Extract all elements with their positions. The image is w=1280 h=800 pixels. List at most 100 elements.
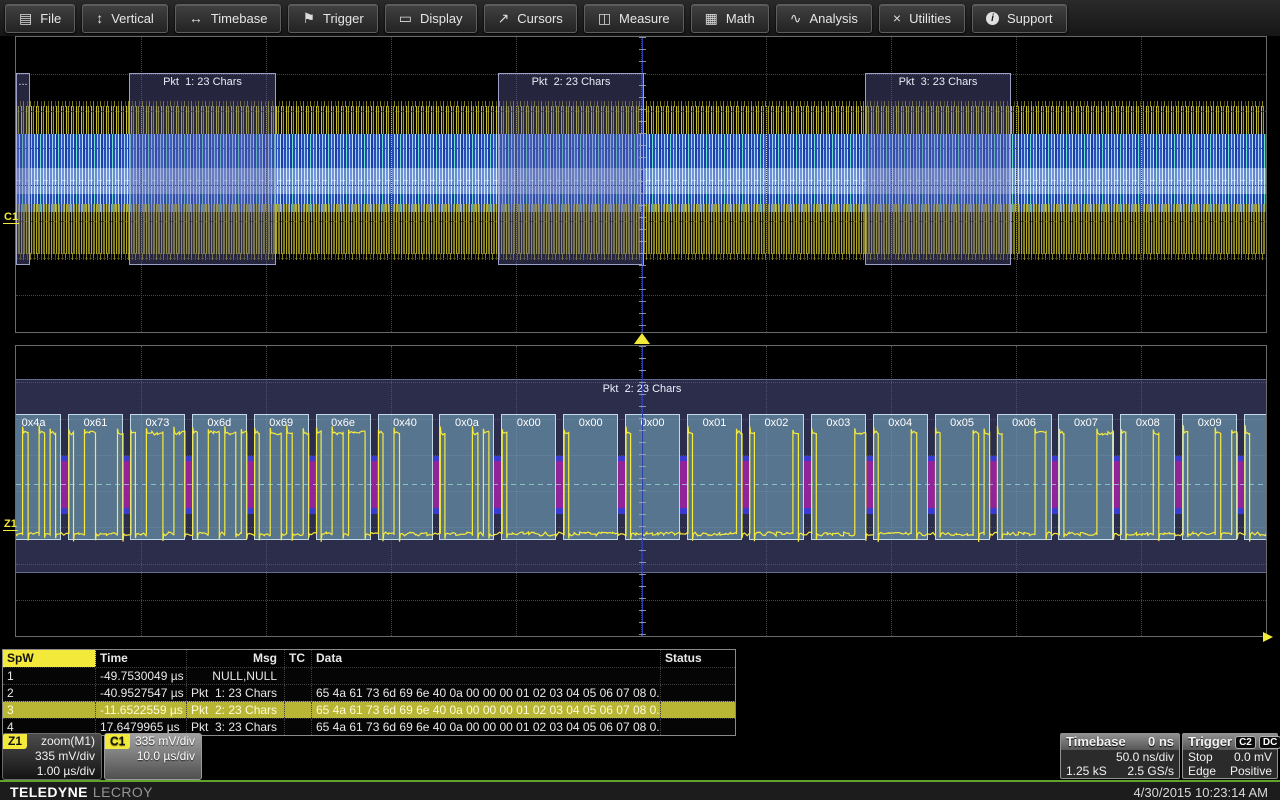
packet-box: ...: [16, 73, 30, 265]
table-cell: [661, 702, 729, 718]
table-cell: [312, 668, 661, 684]
table-cell: 2: [3, 685, 96, 701]
c1-trace-marker[interactable]: C1: [3, 211, 19, 224]
table-cell: 1: [3, 668, 96, 684]
timebase-samples: 1.25 kS: [1066, 764, 1107, 778]
menu-button-label: Math: [726, 11, 755, 26]
menu-button-support[interactable]: i Support: [972, 4, 1067, 33]
graticule-vline: [766, 37, 767, 332]
trigger-type: Edge: [1188, 764, 1216, 778]
menu-button-label: Display: [420, 11, 463, 26]
packet-label: Pkt 1: 23 Chars: [130, 76, 275, 88]
menu-button-label: Support: [1007, 11, 1053, 26]
menu-button-measure[interactable]: ◫ Measure: [584, 4, 684, 33]
menu-button-math[interactable]: ▦ Math: [691, 4, 769, 33]
z1-descriptor-tab: Z1: [3, 734, 27, 749]
display-monitor-icon: ▭: [399, 11, 412, 25]
table-cell: NULL,NULL: [187, 668, 285, 684]
table-row[interactable]: 2-40.9527547 µsPkt 1: 23 Chars65 4a 61 7…: [3, 684, 735, 701]
menu-button-label: Trigger: [323, 11, 364, 26]
trigger-position-line-zoom[interactable]: [642, 346, 643, 636]
table-cell: Pkt 1: 23 Chars: [187, 685, 285, 701]
trigger-level: 0.0 mV: [1234, 750, 1272, 764]
trigger-title: Trigger: [1188, 734, 1232, 750]
graticule-vline: [391, 37, 392, 332]
horizontal-arrows-icon: ↔: [189, 11, 203, 25]
table-row[interactable]: 3-11.6522559 µsPkt 2: 23 Chars65 4a 61 7…: [3, 701, 735, 718]
decode-table-header: SpWTimeMsgTCDataStatus: [3, 650, 735, 667]
table-cell: [661, 668, 729, 684]
timebase-box[interactable]: Timebase 0 ns 50.0 ns/div 1.25 kS 2.5 GS…: [1060, 733, 1180, 779]
info-circle-icon: i: [986, 12, 999, 25]
menu-button-utilities[interactable]: × Utilities: [879, 4, 965, 33]
z1-time-per-div: 1.00 µs/div: [3, 764, 101, 779]
teledyne-lecroy-logo: TELEDYNELECROY: [10, 784, 153, 800]
cursor-arrow-icon: ↗: [498, 11, 510, 25]
packet-label: Pkt 2: 23 Chars: [499, 76, 643, 88]
packet-label: Pkt 3: 23 Chars: [866, 76, 1010, 88]
measure-icon: ◫: [598, 11, 611, 25]
column-header-time: Time: [96, 650, 187, 667]
menu-button-label: Analysis: [810, 11, 858, 26]
column-header-spw: SpW: [3, 650, 96, 667]
table-cell: [661, 719, 729, 735]
menu-button-file[interactable]: ▤File: [5, 4, 75, 33]
c1-time-per-div: 10.0 µs/div: [105, 749, 201, 764]
table-row[interactable]: 1-49.7530049 µsNULL,NULL: [3, 667, 735, 684]
top-grid: ... Pkt 1: 23 Chars Pkt 2: 23 Chars Pkt 3: …: [15, 36, 1267, 333]
menu-button-label: Timebase: [211, 11, 268, 26]
menu-button-vertical[interactable]: ↕ Vertical: [82, 4, 168, 33]
menu-button-cursors[interactable]: ↗ Cursors: [484, 4, 577, 33]
column-header-data: Data: [312, 650, 661, 667]
table-cell: [285, 668, 312, 684]
timebase-title: Timebase: [1066, 734, 1126, 750]
timebase-offset: 0 ns: [1148, 734, 1174, 750]
c1-descriptor-box[interactable]: C1 335 mV/div 10.0 µs/div: [104, 733, 202, 780]
graticule-vline: [1141, 37, 1142, 332]
trigger-time-marker[interactable]: [634, 333, 650, 344]
packet-label: ...: [17, 76, 29, 88]
table-cell: Pkt 3: 23 Chars: [187, 719, 285, 735]
c1-descriptor-tab: C1: [105, 734, 130, 749]
menu-button-label: File: [40, 11, 61, 26]
timebase-per-div: 50.0 ns/div: [1116, 750, 1174, 764]
table-cell: [285, 702, 312, 718]
calculator-icon: ▦: [705, 11, 718, 25]
table-cell: 3: [3, 702, 96, 718]
packet-box: Pkt 2: 23 Chars: [498, 73, 644, 265]
zoom-extent-arrow-icon: [1263, 632, 1273, 642]
table-cell: -49.7530049 µs: [96, 668, 187, 684]
decode-table: SpWTimeMsgTCDataStatus1-49.7530049 µsNUL…: [2, 649, 736, 736]
table-cell: -40.9527547 µs: [96, 685, 187, 701]
menu-button-label: Measure: [619, 11, 670, 26]
menu-button-label: Cursors: [517, 11, 563, 26]
datetime-display: 4/30/2015 10:23:14 AM: [1134, 785, 1268, 800]
trigger-flag-icon: ⚑: [302, 11, 315, 25]
zoom-grid: Pkt 2: 23 Chars 0x4a0x610x730x6d0x690x6e…: [15, 345, 1267, 637]
z1-trace-marker[interactable]: Z1: [3, 518, 18, 531]
menu-button-display[interactable]: ▭ Display: [385, 4, 477, 33]
trigger-position-line[interactable]: [642, 37, 643, 332]
vertical-arrows-icon: ↕: [96, 11, 103, 25]
status-bar: TELEDYNELECROY 4/30/2015 10:23:14 AM: [0, 780, 1280, 800]
column-header-tc: TC: [285, 650, 312, 667]
analysis-wave-icon: ∿: [790, 11, 802, 25]
menu-button-label: Utilities: [909, 11, 951, 26]
menu-bar: ▤File ↕ Vertical ↔ Timebase ⚑ Trigger ▭ Display ↗…: [0, 0, 1280, 36]
table-cell: [285, 685, 312, 701]
trigger-slope: Positive: [1230, 764, 1272, 778]
z1-descriptor-box[interactable]: Z1 zoom(M1) 335 mV/div 1.00 µs/div: [2, 733, 102, 780]
trigger-box[interactable]: Trigger C2 DC Stop 0.0 mV Edge Positive: [1182, 733, 1278, 779]
table-cell: 65 4a 61 73 6d 69 6e 40 0a 00 00 00 01 0…: [312, 719, 661, 735]
utilities-tools-icon: ×: [893, 11, 901, 25]
timebase-sample-rate: 2.5 GS/s: [1127, 764, 1174, 778]
table-cell: [661, 685, 729, 701]
table-cell: Pkt 2: 23 Chars: [187, 702, 285, 718]
table-cell: [285, 719, 312, 735]
column-header-msg: Msg: [187, 650, 285, 667]
menu-button-label: Vertical: [111, 11, 154, 26]
menu-button-timebase[interactable]: ↔ Timebase: [175, 4, 282, 33]
menu-button-analysis[interactable]: ∿ Analysis: [776, 4, 872, 33]
table-cell: -11.6522559 µs: [96, 702, 187, 718]
menu-button-trigger[interactable]: ⚑ Trigger: [288, 4, 377, 33]
